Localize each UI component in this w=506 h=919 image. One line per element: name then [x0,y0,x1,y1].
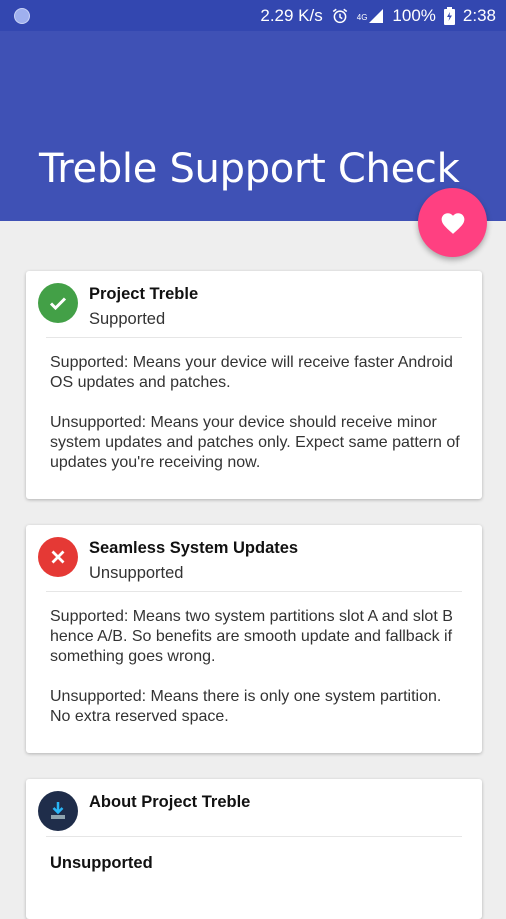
heart-icon [441,212,464,234]
divider [46,836,462,837]
unsupported-description: Unsupported: Means your device should re… [50,414,460,471]
card-body: Supported: Means your device will receiv… [50,353,466,493]
supported-description: Supported: Means your device will receiv… [50,354,453,391]
card-title: About Project Treble [89,793,251,811]
download-icon [38,791,78,831]
card-header: Project Treble Supported [26,271,482,337]
about-value: Unsupported [50,854,153,872]
network-type: 4G [356,12,368,22]
favorite-fab-button[interactable] [418,188,487,257]
card-header: Seamless System Updates Unsupported [26,525,482,591]
card-title: Seamless System Updates [89,539,299,557]
card-title: Project Treble [89,285,199,303]
signal-icon: 4G [357,8,385,24]
app-title: Treble Support Check [39,146,460,192]
card-status: Unsupported [89,564,184,582]
notification-dot-icon [14,8,30,24]
unsupported-description: Unsupported: Means there is only one sys… [50,688,442,725]
status-bar-right: 2.29 K/s 4G 100% 2:38 [260,0,496,31]
card-seamless-updates: Seamless System Updates Unsupported Supp… [26,525,482,753]
card-body: Supported: Means two system partitions s… [50,607,466,747]
divider [46,591,462,592]
clock: 2:38 [462,5,496,25]
alarm-icon [331,7,349,25]
status-bar: 2.29 K/s 4G 100% 2:38 [0,0,506,31]
battery-percent: 100% [392,5,436,25]
card-status: Supported [89,310,166,328]
card-about-treble[interactable]: About Project Treble Unsupported [26,779,482,919]
app-bar: Treble Support Check [0,31,506,221]
card-project-treble: Project Treble Supported Supported: Mean… [26,271,482,499]
network-speed: 2.29 K/s [260,5,323,25]
cancel-circle-icon [38,537,78,577]
supported-description: Supported: Means two system partitions s… [50,608,453,665]
battery-icon [443,6,455,25]
check-circle-icon [38,283,78,323]
divider [46,337,462,338]
